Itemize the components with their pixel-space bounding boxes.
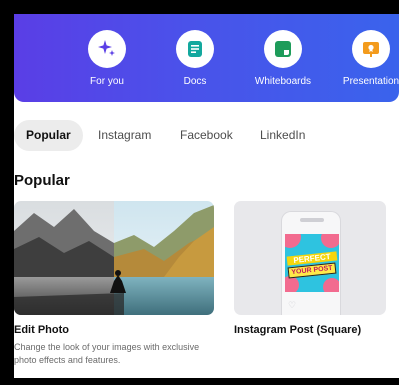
shortcut-label: Presentation — [342, 76, 399, 87]
section-title: Popular — [14, 172, 70, 189]
tab-facebook[interactable]: Facebook — [168, 120, 245, 151]
heart-icon: ♡ — [288, 300, 297, 310]
card-title: Instagram Post (Square) — [234, 324, 362, 336]
template-tabs: Popular Instagram Facebook LinkedIn — [14, 120, 399, 152]
shortcut-label: For you — [90, 76, 124, 87]
edit-photo-thumbnail — [14, 201, 214, 315]
for-you-icon-circle — [88, 30, 126, 68]
presentation-icon-circle — [352, 30, 390, 68]
card-edit-photo[interactable]: Edit Photo Change the look of your image… — [14, 201, 214, 367]
lake-mountain-image — [14, 201, 214, 315]
shortcut-label: Docs — [183, 76, 207, 87]
shortcut-for-you[interactable]: For you — [67, 30, 147, 87]
category-banner: For you Docs Whiteboards Presentation — [14, 14, 399, 102]
whiteboard-icon — [275, 41, 291, 57]
shortcut-docs[interactable]: Docs — [155, 30, 235, 87]
poster-subline: YOUR POST — [287, 262, 337, 279]
card-description: Change the look of your images with excl… — [14, 342, 200, 365]
tab-popular[interactable]: Popular — [14, 120, 83, 151]
app-frame: For you Docs Whiteboards Presentation Po… — [14, 14, 399, 378]
poster-image: PERFECT YOUR POST — [285, 234, 339, 292]
instagram-post-thumbnail: PERFECT YOUR POST ♡ — [234, 201, 386, 315]
whiteboards-icon-circle — [264, 30, 302, 68]
docs-icon-circle — [176, 30, 214, 68]
tab-linkedin[interactable]: LinkedIn — [248, 120, 317, 151]
shortcut-whiteboards[interactable]: Whiteboards — [243, 30, 323, 87]
shortcut-presentation[interactable]: Presentation — [331, 30, 399, 87]
phone-mockup: PERFECT YOUR POST ♡ — [281, 211, 341, 315]
sparkle-icon — [98, 40, 115, 56]
presentation-icon — [363, 42, 379, 57]
tab-instagram[interactable]: Instagram — [86, 120, 163, 151]
document-icon — [188, 41, 202, 57]
card-title: Edit Photo — [14, 324, 69, 336]
shortcut-label: Whiteboards — [254, 76, 312, 87]
card-instagram-post[interactable]: PERFECT YOUR POST ♡ Instagram Post (Squa… — [234, 201, 386, 336]
